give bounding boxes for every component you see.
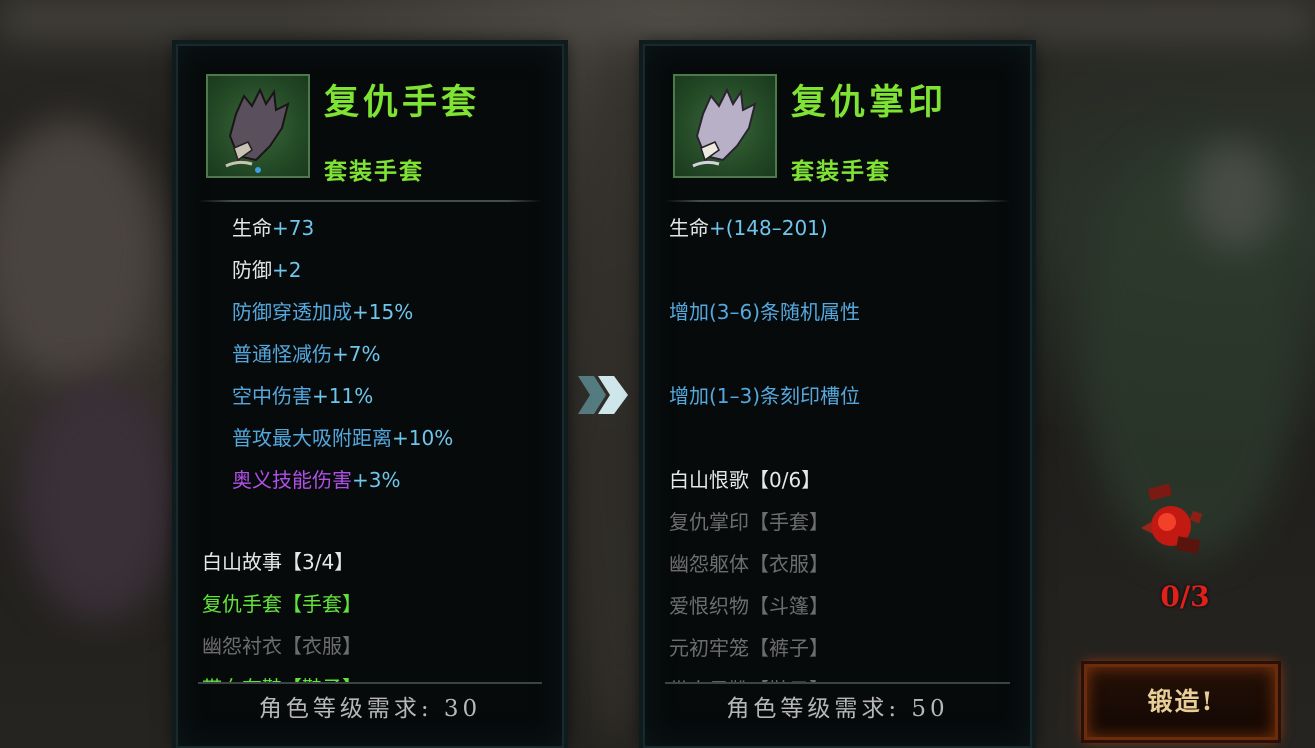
- stat-line: 防御穿透加成+15%: [232, 300, 414, 324]
- stat-line: 增加(3–6)条随机属性: [669, 300, 861, 324]
- stat-line: 生命+73: [232, 216, 315, 240]
- stats-scroll-area[interactable]: 生命+(148–201) 增加(3–6)条随机属性 增加(1–3)条刻印槽位 白…: [645, 46, 1030, 684]
- set-item: 复仇掌印【手套】: [669, 510, 829, 534]
- stat-line: 普通怪减伤+7%: [232, 342, 381, 366]
- level-requirement: 角色等级需求: 50: [665, 682, 1010, 746]
- stat-line: 普攻最大吸附距离+10%: [232, 426, 454, 450]
- set-item: 复仇手套【手套】: [202, 592, 362, 616]
- stat-line: 奥义技能伤害+3%: [232, 468, 401, 492]
- background-blur: [1190, 140, 1280, 250]
- stat-line: 生命+(148–201): [669, 216, 828, 240]
- stats-scroll-area[interactable]: 生命+73 防御+2 防御穿透加成+15% 普通怪减伤+7% 空中伤害+11% …: [178, 46, 562, 684]
- current-item-panel: 复仇手套 套装手套 生命+73 防御+2 防御穿透加成+15% 普通怪减伤+7%…: [176, 44, 564, 748]
- set-item: 幽怨衬衣【衣服】: [202, 634, 362, 658]
- material-count: 0/3: [1160, 580, 1210, 613]
- forge-button[interactable]: 锻造!: [1084, 664, 1278, 740]
- stat-line: 空中伤害+11%: [232, 384, 374, 408]
- set-title: 白山故事【3/4】: [202, 550, 355, 574]
- set-title: 白山恨歌【0/6】: [669, 468, 822, 492]
- background-top-band: [0, 0, 1315, 40]
- set-item: 爱恨织物【斗篷】: [669, 594, 829, 618]
- double-chevron-right-icon: [578, 376, 628, 414]
- forge-result-panel: 复仇掌印 套装手套 生命+(148–201) 增加(3–6)条随机属性 增加(1…: [643, 44, 1032, 748]
- forge-material-icon: [1141, 483, 1203, 554]
- set-item: 元初牢笼【裤子】: [669, 636, 829, 660]
- stat-line: 增加(1–3)条刻印槽位: [669, 384, 861, 408]
- background-blur: [0, 120, 160, 380]
- set-item: 幽怨躯体【衣服】: [669, 552, 829, 576]
- stat-line: 防御+2: [232, 258, 302, 282]
- background-blur: [20, 380, 180, 620]
- level-requirement: 角色等级需求: 30: [198, 682, 542, 746]
